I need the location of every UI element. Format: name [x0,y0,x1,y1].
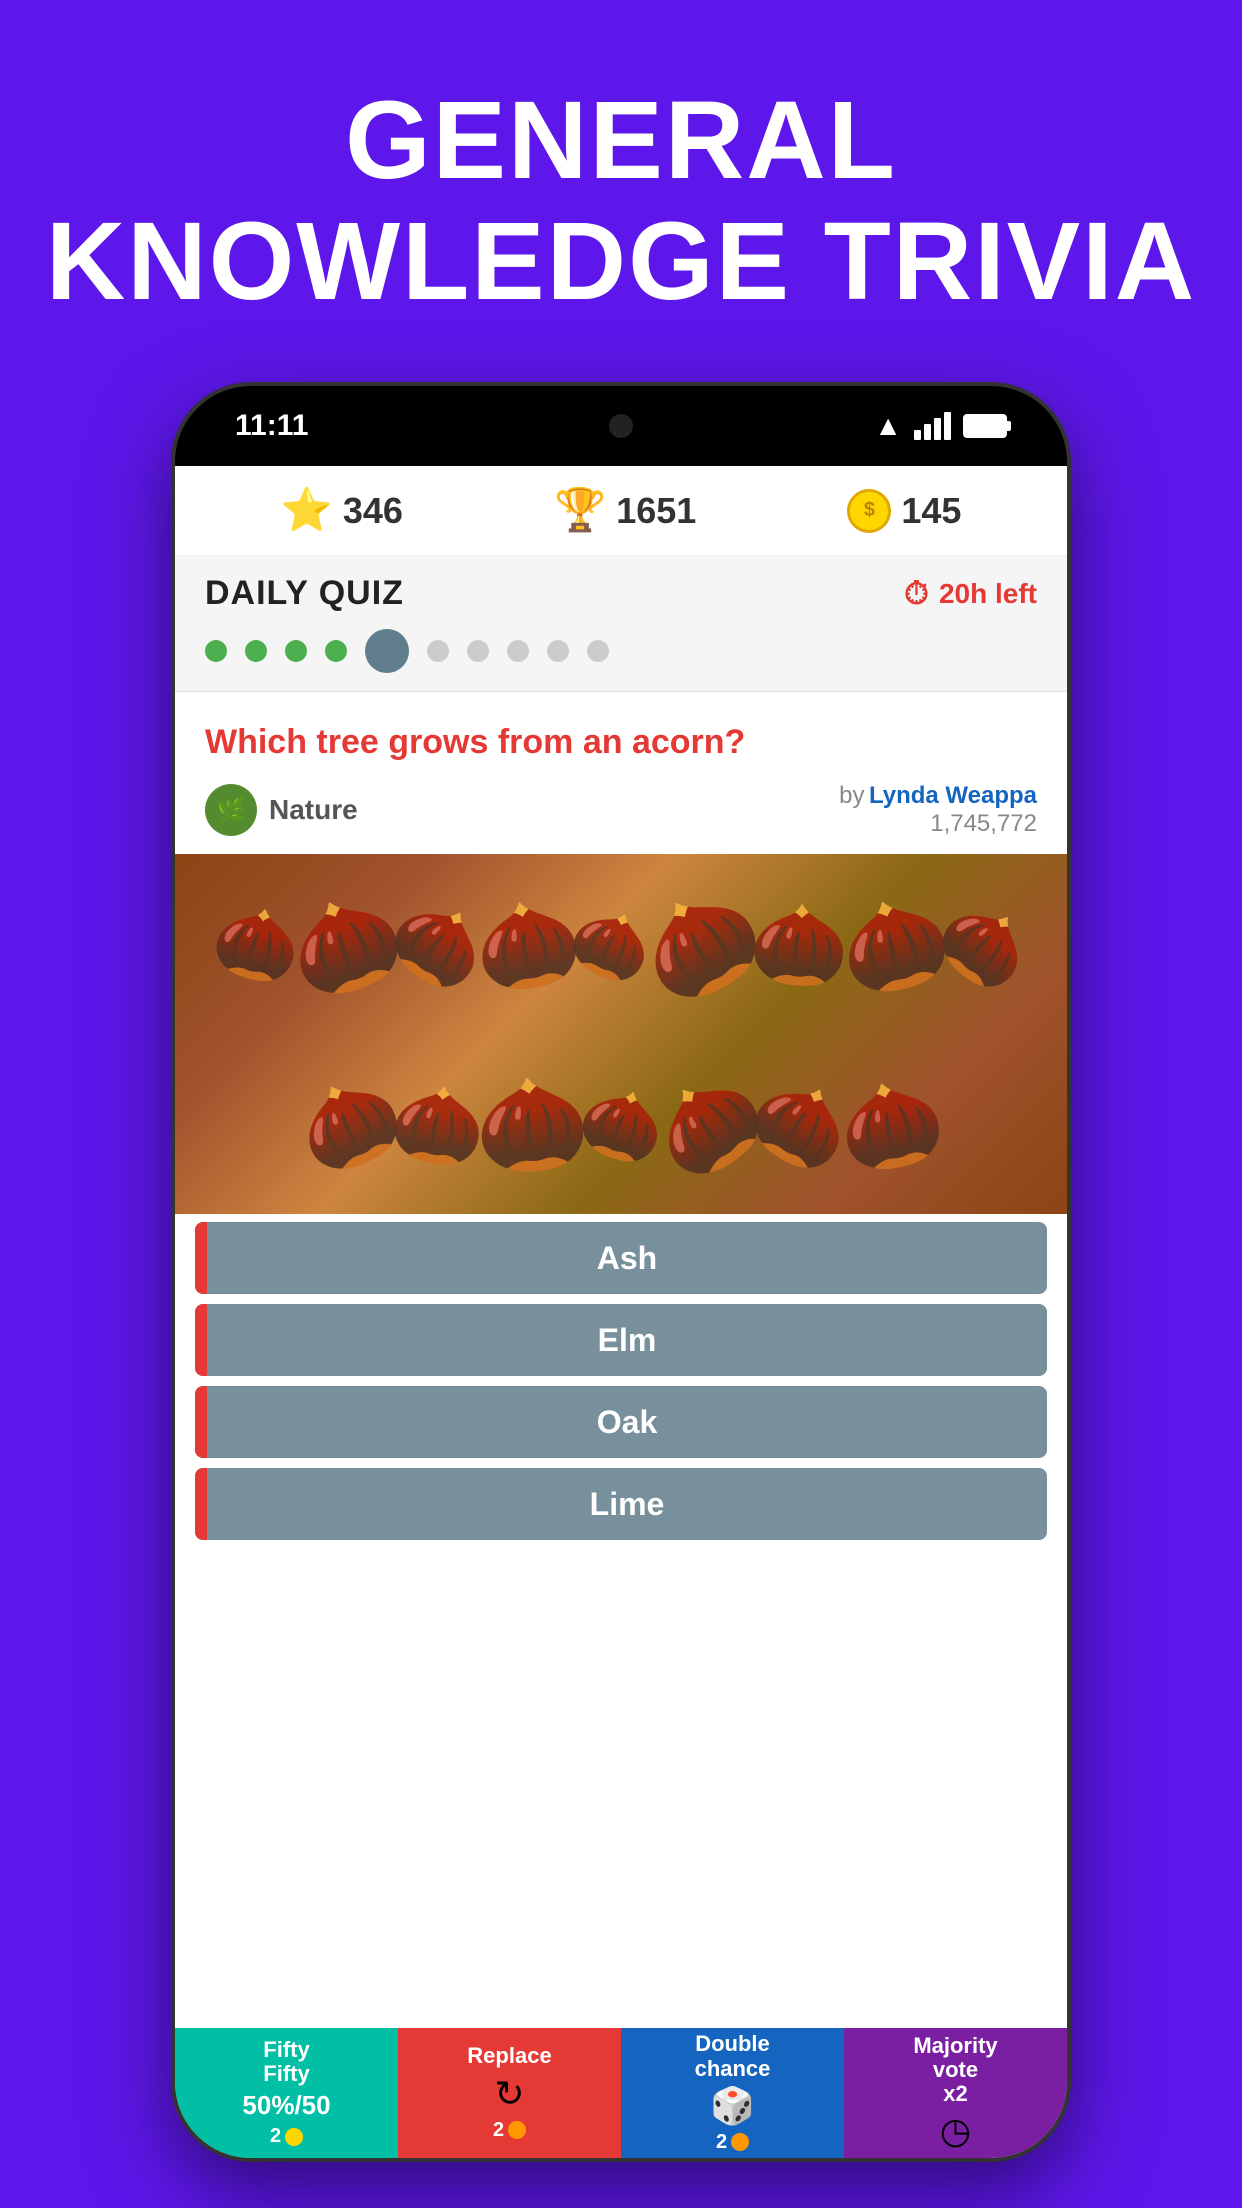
trophy-icon: 🏆 [554,486,606,535]
status-time: 11:11 [235,409,308,443]
answer-text-ash: Ash [207,1240,1047,1277]
lifeline-majority-vote[interactable]: Majorityvotex2 ◷ [844,2028,1067,2158]
answer-left-bar [195,1304,207,1376]
coins-stat: $ 145 [847,489,961,533]
dot-5-current [365,629,409,673]
battery-icon [963,414,1007,438]
answer-option-elm[interactable]: Elm [195,1304,1047,1376]
status-bar: 11:11 ▲ [175,386,1067,466]
fifty-fifty-icon: 50%/50 [242,2090,330,2121]
phone-device: 11:11 ▲ ⭐ 346 🏆 1651 [171,382,1071,2162]
dot-6 [427,640,449,662]
answer-text-oak: Oak [207,1404,1047,1441]
timer-badge: ⏱ 20h left [904,575,1037,613]
dot-4 [325,640,347,662]
stars-stat: ⭐ 346 [281,486,403,535]
trophy-value: 1651 [616,490,696,532]
daily-quiz-header: DAILY QUIZ ⏱ 20h left [175,556,1067,692]
fifty-fifty-cost: 2 [270,2125,303,2148]
double-chance-icon: 🎲 [710,2085,755,2127]
lifelines-bar: FiftyFifty 50%/50 2 Replace ↻ 2 Doublech… [175,2028,1067,2158]
answer-option-lime[interactable]: Lime [195,1468,1047,1540]
replace-icon: ↻ [494,2073,524,2115]
answer-option-ash[interactable]: Ash [195,1222,1047,1294]
phone-screen: ⭐ 346 🏆 1651 $ 145 DAILY QUIZ ⏱ 20h left [175,466,1067,2158]
category-name: Nature [269,794,358,826]
majority-vote-label: Majorityvotex2 [913,2034,997,2107]
timer-value: 20h left [939,578,1037,610]
dot-1 [205,640,227,662]
lifeline-fifty-fifty[interactable]: FiftyFifty 50%/50 2 [175,2028,398,2158]
trophy-stat: 🏆 1651 [554,486,696,535]
status-icons: ▲ [874,410,1007,442]
author-count: 1,745,772 [839,810,1037,838]
author-by: by [839,782,864,809]
dot-9 [547,640,569,662]
answer-left-bar [195,1222,207,1294]
double-chance-cost: 2 [716,2131,749,2154]
majority-vote-icon: ◷ [940,2110,971,2152]
dot-8 [507,640,529,662]
category-badge: 🌿 Nature [205,784,358,836]
lifeline-double-chance[interactable]: Doublechance 🎲 2 [621,2028,844,2158]
timer-icon: ⏱ [904,575,929,613]
dot-3 [285,640,307,662]
progress-dots [205,629,1037,691]
signal-icon [914,412,951,440]
answer-left-bar [195,1386,207,1458]
category-icon: 🌿 [205,784,257,836]
coin-icon: $ [847,489,891,533]
dot-7 [467,640,489,662]
camera-notch [609,414,633,438]
double-chance-label: Doublechance [695,2032,771,2080]
answer-text-lime: Lime [207,1486,1047,1523]
fifty-fifty-label: FiftyFifty [263,2038,309,2086]
answers-area: Ash Elm Oak Lime [175,1214,1067,1558]
question-meta: 🌿 Nature by Lynda Weappa 1,745,772 [205,782,1037,838]
star-icon: ⭐ [281,486,333,535]
stars-value: 346 [343,490,403,532]
page-title: GENERAL KNOWLEDGE TRIVIA [46,80,1196,322]
answer-text-elm: Elm [207,1322,1047,1359]
author-name: Lynda Weappa [869,782,1037,809]
question-text: Which tree grows from an acorn? [205,720,1037,764]
replace-label: Replace [467,2044,551,2068]
answer-option-oak[interactable]: Oak [195,1386,1047,1458]
answer-left-bar [195,1468,207,1540]
replace-cost: 2 [493,2119,526,2142]
lifeline-replace[interactable]: Replace ↻ 2 [398,2028,621,2158]
dot-2 [245,640,267,662]
daily-quiz-title: DAILY QUIZ [205,574,404,613]
stats-bar: ⭐ 346 🏆 1651 $ 145 [175,466,1067,556]
question-area: Which tree grows from an acorn? 🌿 Nature… [175,692,1067,854]
wifi-icon: ▲ [874,410,902,442]
question-image: 🌰 🌰 🌰 🌰 🌰 🌰 🌰 🌰 🌰 🌰 🌰 🌰 🌰 🌰 🌰 🌰 [175,854,1067,1214]
author-info: by Lynda Weappa 1,745,772 [839,782,1037,838]
coins-value: 145 [901,490,961,532]
dot-10 [587,640,609,662]
